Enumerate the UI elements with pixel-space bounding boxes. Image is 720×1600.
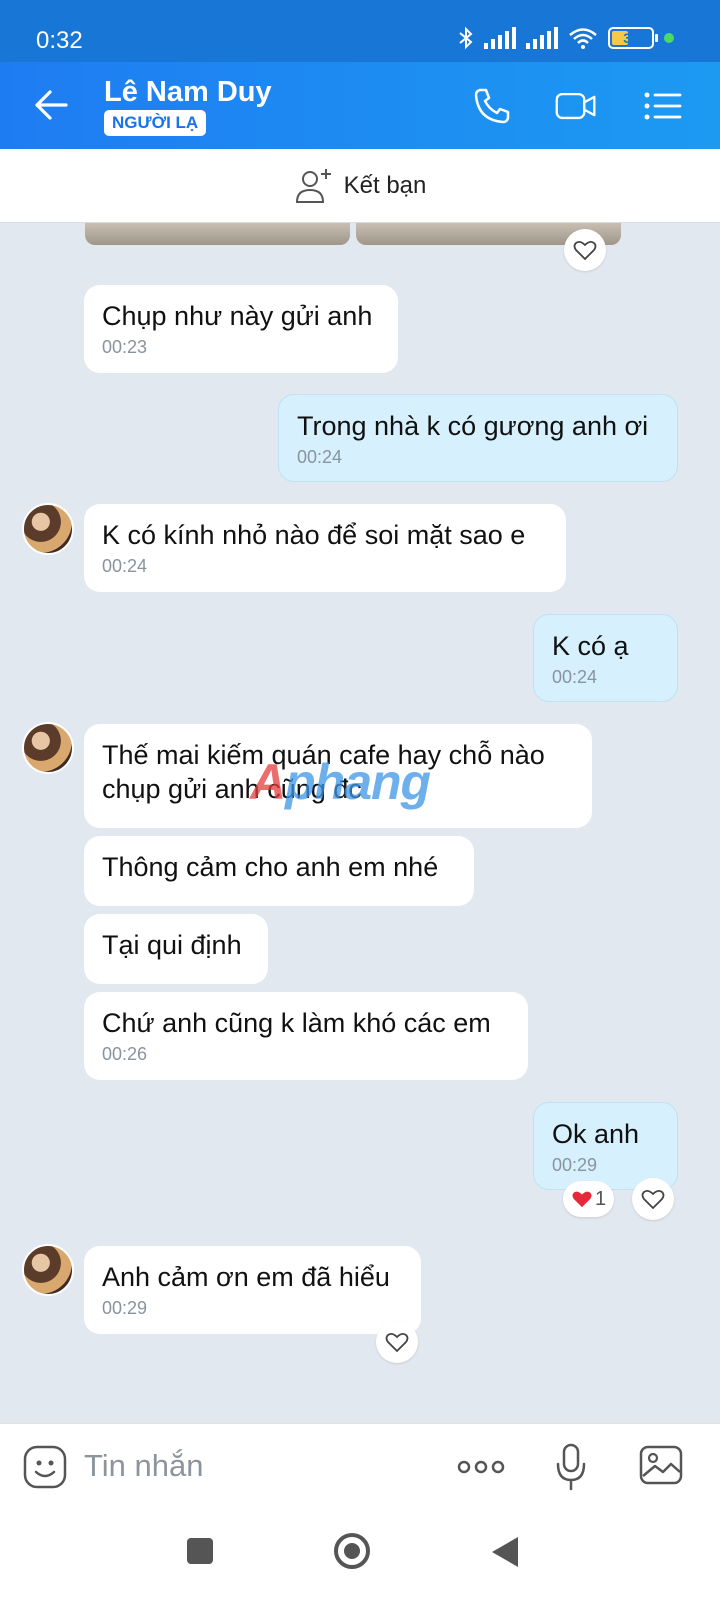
chat-area[interactable]: Chụp như này gửi anh 00:23 Trong nhà k c… xyxy=(0,223,720,1423)
photo-message[interactable] xyxy=(85,223,621,245)
system-navigation-bar xyxy=(0,1511,720,1600)
more-options-icon[interactable] xyxy=(456,1452,506,1482)
heart-outline-icon xyxy=(573,240,597,261)
message-time: 00:24 xyxy=(297,447,343,467)
incoming-message[interactable]: Anh cảm ơn em đã hiểu 00:29 xyxy=(84,1246,421,1334)
heart-outline-icon xyxy=(641,1189,665,1210)
wifi-icon xyxy=(569,28,597,49)
message-time: 00:29 xyxy=(552,1155,598,1175)
heart-filled-icon xyxy=(572,1191,592,1208)
notification-dot xyxy=(664,33,674,43)
outgoing-message[interactable]: Trong nhà k có gương anh ơi 00:24 xyxy=(278,394,678,482)
message-time: 00:24 xyxy=(102,556,148,576)
message-text: K có ạ xyxy=(552,631,629,661)
contact-name[interactable]: Lê Nam Duy xyxy=(104,76,272,109)
incoming-message[interactable]: Chụp như này gửi anh 00:23 xyxy=(84,285,398,373)
incoming-message[interactable]: Thông cảm cho anh em nhé xyxy=(84,836,474,906)
signal-icon-2 xyxy=(526,27,558,49)
message-text: Ok anh xyxy=(552,1119,640,1149)
message-text: K có kính nhỏ nào để soi mặt sao e xyxy=(102,520,526,550)
recent-apps-icon[interactable] xyxy=(186,1537,214,1565)
microphone-icon[interactable] xyxy=(554,1442,588,1492)
message-text: Chứ anh cũng k làm khó các em xyxy=(102,1008,491,1038)
contact-avatar[interactable] xyxy=(22,1244,74,1296)
stranger-badge: NGƯỜI LẠ xyxy=(104,110,207,136)
message-text: Trong nhà k có gương anh ơi xyxy=(297,411,649,441)
like-reaction-button[interactable] xyxy=(564,229,606,271)
status-time: 0:32 xyxy=(36,27,83,54)
battery-icon: 39 xyxy=(608,27,658,49)
image-gallery-icon[interactable] xyxy=(638,1442,684,1488)
like-reaction-button[interactable] xyxy=(632,1178,674,1220)
message-text: Tại qui định xyxy=(102,930,242,960)
message-text: Chụp như này gửi anh xyxy=(102,301,373,331)
outgoing-message[interactable]: Ok anh 00:29 xyxy=(533,1102,678,1190)
incoming-message[interactable]: K có kính nhỏ nào để soi mặt sao e 00:24 xyxy=(84,504,566,592)
message-input[interactable]: Tin nhắn xyxy=(84,1448,204,1484)
back-nav-icon[interactable] xyxy=(490,1535,520,1569)
add-friend-label: Kết bạn xyxy=(343,171,427,199)
battery-level: 39 xyxy=(623,30,639,46)
message-time: 00:23 xyxy=(102,337,148,357)
home-icon[interactable] xyxy=(332,1531,372,1571)
message-input-bar: Tin nhắn xyxy=(0,1423,720,1511)
message-time: 00:29 xyxy=(102,1298,148,1318)
back-arrow-icon[interactable] xyxy=(32,86,70,124)
like-reaction-button[interactable] xyxy=(376,1321,418,1363)
video-call-icon[interactable] xyxy=(554,84,598,128)
heart-outline-icon xyxy=(385,1332,409,1353)
menu-list-icon[interactable] xyxy=(640,84,684,128)
add-friend-icon xyxy=(295,168,331,203)
status-icons: 39 xyxy=(458,26,674,50)
bluetooth-icon xyxy=(459,26,473,50)
message-time: 00:24 xyxy=(552,667,598,687)
message-text: Thông cảm cho anh em nhé xyxy=(102,852,439,882)
signal-icon xyxy=(484,27,516,49)
reaction-count: 1 xyxy=(595,1187,607,1210)
watermark-logo: Aphang xyxy=(250,754,431,810)
incoming-message[interactable]: Chứ anh cũng k làm khó các em 00:26 xyxy=(84,992,528,1080)
message-text: Anh cảm ơn em đã hiểu xyxy=(102,1262,390,1292)
reaction-count-badge[interactable]: 1 xyxy=(563,1181,615,1217)
sticker-icon[interactable] xyxy=(22,1444,68,1490)
contact-avatar[interactable] xyxy=(22,722,74,774)
photo-thumbnail[interactable] xyxy=(85,223,350,245)
chat-header: Lê Nam Duy NGƯỜI LẠ xyxy=(0,62,720,149)
outgoing-message[interactable]: K có ạ 00:24 xyxy=(533,614,678,702)
incoming-message[interactable]: Tại qui định xyxy=(84,914,268,984)
phone-call-icon[interactable] xyxy=(470,84,514,128)
message-time: 00:26 xyxy=(102,1044,148,1064)
add-friend-bar[interactable]: Kết bạn xyxy=(0,149,720,223)
status-bar: 0:32 39 xyxy=(0,0,720,62)
contact-avatar[interactable] xyxy=(22,503,74,555)
